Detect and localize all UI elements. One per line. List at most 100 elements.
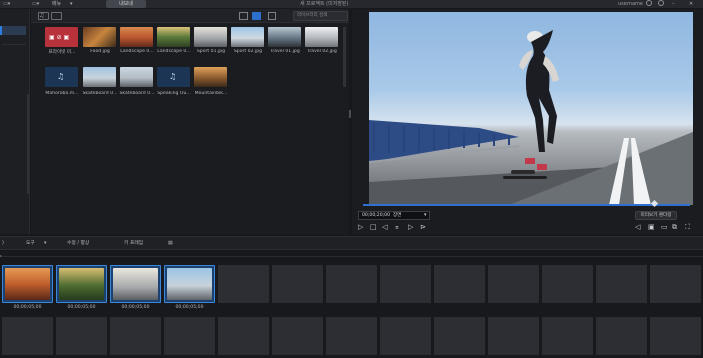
- library-item-thumbnail[interactable]: ♫: [157, 67, 190, 87]
- keyframe-button[interactable]: 키 프레임: [124, 237, 143, 251]
- grid-view-icon[interactable]: [252, 12, 261, 20]
- music-note-icon: ♫: [57, 72, 65, 81]
- clip-thumbnail: [113, 268, 158, 300]
- library-item-thumbnail[interactable]: [157, 27, 190, 47]
- empty-clip-slot[interactable]: [488, 265, 539, 303]
- edit-toolbar: ) 도구 ▾ 수정 / 향상 키 프레임 ▤: [0, 236, 703, 250]
- split-icon[interactable]: ⌅: [394, 223, 400, 231]
- empty-clip-slot[interactable]: [326, 317, 377, 355]
- edit-menu[interactable]: ▭▾: [32, 0, 39, 8]
- library-item-thumbnail[interactable]: [231, 27, 264, 47]
- chevron-down-icon[interactable]: ▾: [424, 212, 427, 218]
- snapshot-icon[interactable]: ▣: [648, 223, 655, 231]
- volume-icon[interactable]: ◁: [635, 223, 640, 231]
- undock-icon[interactable]: ⧉: [672, 223, 677, 231]
- clip-thumbnail: [167, 268, 212, 300]
- help-icon[interactable]: [646, 0, 652, 6]
- library-item-thumbnail[interactable]: ▣ ⊘ ▣: [45, 27, 78, 47]
- empty-clip-slot[interactable]: [56, 317, 107, 355]
- empty-clip-slot[interactable]: [596, 265, 647, 303]
- template-icons: ▣ ⊘ ▣: [49, 34, 70, 41]
- storyboard-clip[interactable]: [110, 265, 161, 303]
- minimize-icon[interactable]: –: [672, 0, 675, 8]
- empty-clip-slot[interactable]: [326, 265, 377, 303]
- clip-duration: 00;00;05;00: [121, 305, 150, 310]
- empty-clip-slot[interactable]: [596, 317, 647, 355]
- library-item-thumbnail[interactable]: [268, 27, 301, 47]
- empty-clip-slot[interactable]: [380, 317, 431, 355]
- music-note-icon: ♫: [169, 72, 177, 81]
- divider: [2, 44, 26, 45]
- preview-panel: 00;00;20;00 장면 ▾ 미리보기 렌더링 ▷ □ ◁ ⌅ ▷ ⊳ ◁ …: [352, 9, 703, 234]
- fullscreen-icon[interactable]: ⛶: [685, 223, 690, 231]
- library-item-thumbnail[interactable]: [83, 67, 116, 87]
- toolbar-handle: ): [2, 241, 4, 246]
- capture-icon[interactable]: [51, 12, 62, 20]
- storyboard-clip[interactable]: [56, 265, 107, 303]
- library-item-thumbnail[interactable]: ♫: [45, 67, 78, 87]
- previous-frame-icon[interactable]: ◁: [382, 223, 387, 231]
- clip-thumbnail: [5, 268, 50, 300]
- fix-enhance-button[interactable]: 수정 / 향상: [67, 237, 89, 251]
- clip-duration: 00;00;05;00: [175, 305, 204, 310]
- stop-icon[interactable]: □: [370, 223, 377, 231]
- library-category-panel: [0, 9, 30, 234]
- empty-clip-slot[interactable]: [650, 265, 701, 303]
- library-item-thumbnail[interactable]: [194, 67, 227, 87]
- tools-chevron[interactable]: ▾: [44, 237, 46, 251]
- library-item-thumbnail[interactable]: [194, 27, 227, 47]
- empty-clip-slot[interactable]: [218, 265, 269, 303]
- storyboard-marker: ▸: [0, 253, 3, 258]
- next-frame-icon[interactable]: ▷: [408, 223, 413, 231]
- library-item-thumbnail[interactable]: [120, 27, 153, 47]
- selected-category[interactable]: [0, 26, 26, 35]
- produce-button[interactable]: 내보내: [106, 0, 146, 8]
- library-search-input[interactable]: 라이브러리 검색: [293, 11, 348, 21]
- timeline-settings-icon[interactable]: ▤: [168, 237, 173, 251]
- storyboard-clip[interactable]: [2, 265, 53, 303]
- empty-clip-slot[interactable]: [488, 317, 539, 355]
- user-name[interactable]: username: [618, 0, 643, 8]
- display-settings-icon[interactable]: ▭: [661, 223, 668, 231]
- storyboard-clip[interactable]: [164, 265, 215, 303]
- panel-splitter-handle[interactable]: [349, 110, 351, 118]
- close-icon[interactable]: ✕: [689, 0, 693, 8]
- empty-clip-slot[interactable]: [272, 317, 323, 355]
- skateboarder-image: [369, 30, 693, 205]
- settings-icon[interactable]: [658, 0, 664, 6]
- fast-forward-icon[interactable]: ⊳: [420, 223, 426, 231]
- empty-clip-slot[interactable]: [110, 317, 161, 355]
- clip-duration: 00;00;05;00: [67, 305, 96, 310]
- clip-thumbnail: [59, 268, 104, 300]
- list-view-icon[interactable]: [239, 12, 248, 20]
- empty-clip-slot[interactable]: [272, 265, 323, 303]
- empty-clip-slot[interactable]: [434, 317, 485, 355]
- play-icon[interactable]: ▷: [358, 223, 363, 231]
- library-item-thumbnail[interactable]: [120, 67, 153, 87]
- empty-clip-slot[interactable]: [380, 265, 431, 303]
- playback-progress-bar[interactable]: [363, 204, 690, 206]
- empty-clip-slot[interactable]: [650, 317, 701, 355]
- library-item-caption: Mountainbik...: [194, 91, 228, 96]
- empty-clip-slot[interactable]: [218, 317, 269, 355]
- project-title: 새 프로젝트 (미저장된): [300, 1, 349, 7]
- empty-clip-slot[interactable]: [434, 265, 485, 303]
- library-item-thumbnail[interactable]: [83, 27, 116, 47]
- library-scrollbar[interactable]: [343, 27, 346, 87]
- title-bar: ▭▾ ▭▾ 메뉴 ▾ 내보내 새 프로젝트 (미저장된) username – …: [0, 0, 703, 8]
- empty-clip-slot[interactable]: [164, 317, 215, 355]
- rail-scrollbar[interactable]: [27, 94, 29, 194]
- menu-label[interactable]: 메뉴: [52, 0, 61, 8]
- filter-icon[interactable]: [268, 12, 276, 20]
- library-toolbar: ♫ 라이브러리 검색: [31, 9, 349, 23]
- preview-render-button[interactable]: 미리보기 렌더링: [635, 211, 677, 220]
- empty-clip-slot[interactable]: [542, 265, 593, 303]
- menu-arrow[interactable]: ▾: [70, 0, 73, 8]
- empty-clip-slot[interactable]: [2, 317, 53, 355]
- music-icon[interactable]: ♫: [39, 12, 44, 19]
- empty-clip-slot[interactable]: [542, 317, 593, 355]
- file-menu[interactable]: ▭▾: [3, 0, 10, 8]
- library-item-thumbnail[interactable]: [305, 27, 338, 47]
- timecode-display[interactable]: 00;00;20;00 장면: [358, 211, 430, 220]
- tools-menu[interactable]: 도구: [26, 237, 35, 251]
